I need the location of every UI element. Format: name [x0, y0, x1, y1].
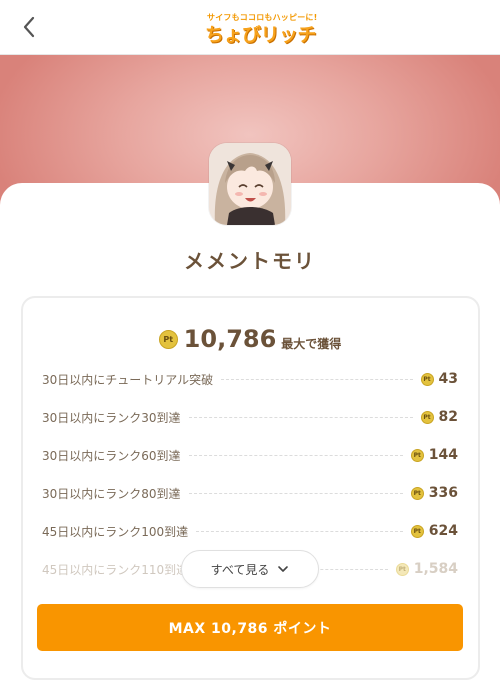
dotted-leader: [188, 454, 403, 456]
mission-row: 30日以内にランク30到達 Pt 82: [42, 407, 458, 427]
see-all-button[interactable]: すべて見る: [181, 550, 319, 588]
point-coin-icon: Pt: [395, 562, 409, 576]
mission-points: 1,584: [413, 561, 458, 577]
max-points-label: MAX 10,786 ポイント: [168, 620, 332, 637]
app-icon: [209, 143, 291, 225]
mission-label: 45日以内にランク110到達: [42, 562, 189, 577]
see-all-label: すべて見る: [210, 562, 270, 577]
point-coin-icon: Pt: [410, 524, 424, 538]
mission-row: 30日以内にランク80到達 Pt 336: [42, 483, 458, 503]
mission-row: 30日以内にチュートリアル突破 Pt 43: [42, 369, 458, 389]
top-bar: サイフもココロもハッピーに! ちょびリッチ: [0, 0, 500, 55]
point-coin-icon: Pt: [158, 329, 178, 349]
mission-label: 30日以内にランク60到達: [42, 448, 181, 463]
point-coin-icon: Pt: [410, 448, 424, 462]
mission-points: 82: [438, 409, 458, 425]
dotted-leader: [221, 378, 413, 380]
back-button[interactable]: [14, 12, 44, 42]
point-coin-icon: Pt: [420, 372, 434, 386]
dotted-leader: [188, 416, 413, 418]
anime-girl-icon: [209, 143, 291, 225]
total-points-suffix: 最大で獲得: [281, 336, 342, 351]
mission-points: 144: [428, 447, 458, 463]
chevron-left-icon: [23, 16, 35, 38]
total-points: 10,786: [183, 325, 277, 353]
app-title: メメントモリ: [184, 249, 316, 273]
logo-name: ちょびリッチ: [205, 24, 317, 46]
mission-label: 45日以内にランク100到達: [42, 524, 189, 539]
max-points-button[interactable]: MAX 10,786 ポイント: [37, 604, 463, 651]
mission-label: 30日以内にランク80到達: [42, 486, 181, 501]
point-coin-icon: Pt: [410, 486, 424, 500]
mission-row: 30日以内にランク60到達 Pt 144: [42, 445, 458, 465]
chevron-down-icon: [277, 565, 289, 573]
mission-points: 43: [438, 371, 458, 387]
dotted-leader: [188, 492, 403, 494]
chobirich-logo[interactable]: サイフもココロもハッピーに! ちょびリッチ: [205, 11, 317, 46]
mission-label: 30日以内にランク30到達: [42, 410, 181, 425]
mission-label: 30日以内にチュートリアル突破: [42, 372, 214, 387]
total-points-row: Pt 10,786 最大で獲得: [0, 325, 500, 353]
mission-points: 624: [428, 523, 458, 539]
mission-row: 45日以内にランク100到達 Pt 624: [42, 521, 458, 541]
mission-points: 336: [428, 485, 458, 501]
point-coin-icon: Pt: [420, 410, 434, 424]
dotted-leader: [196, 530, 403, 532]
